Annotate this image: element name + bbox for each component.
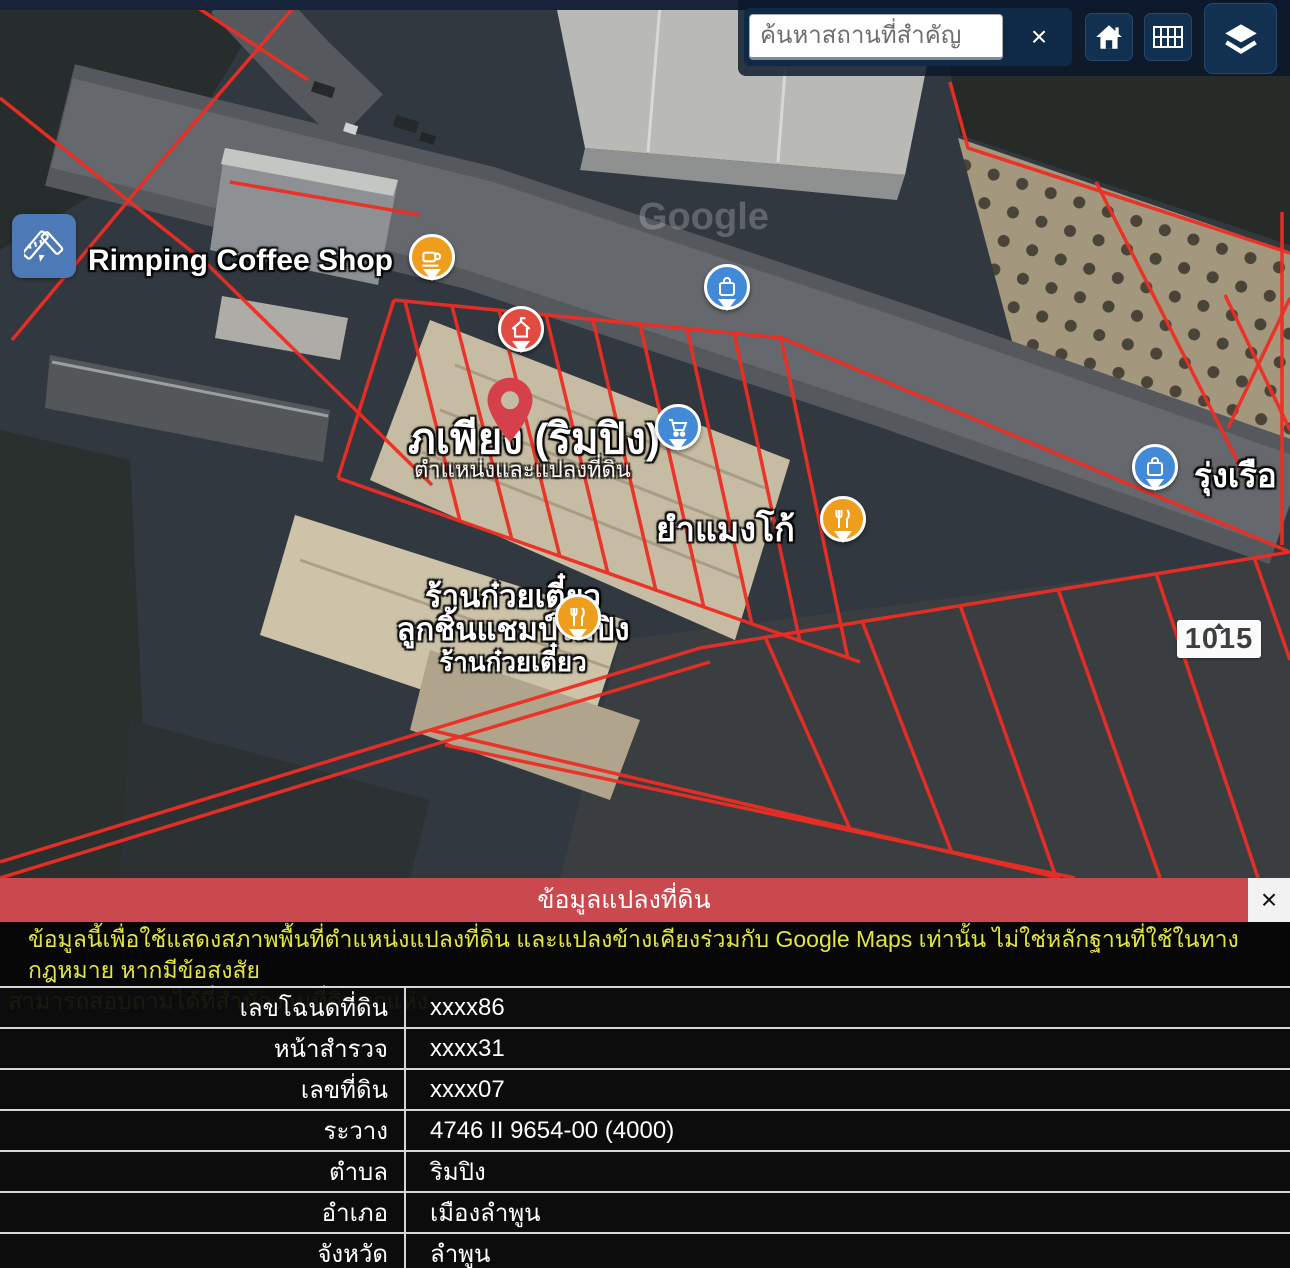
row-value: เมืองลำพูน [406, 1193, 541, 1232]
map-label-place-subtitle: ตำแหน่งและแปลงที่ดิน [414, 452, 631, 487]
map-label-coffee-shop: Rimping Coffee Shop [88, 244, 393, 278]
home-button[interactable] [1085, 13, 1133, 61]
table-row: เลขที่ดิน xxxx07 [0, 1068, 1290, 1109]
shopping-cart-icon [666, 415, 690, 439]
ruler-pencil-measure-icon [24, 226, 64, 266]
panel-header: ข้อมูลแปลงที่ดิน × [0, 878, 1290, 922]
fork-knife-icon [566, 605, 590, 629]
table-row: ระวาง 4746 II 9654-00 (4000) [0, 1109, 1290, 1150]
table-row: เลขโฉนดที่ดิน xxxx86 [0, 986, 1290, 1027]
restaurant-marker-2[interactable] [555, 594, 601, 640]
layers-icon [1223, 21, 1259, 57]
search-input[interactable] [749, 14, 1003, 60]
disclaimer-line1: ข้อมูลนี้เพื่อใช้แสดงสภาพพื้นที่ตำแหน่งแ… [0, 924, 1290, 986]
row-value: xxxx31 [406, 1035, 505, 1063]
row-label: เลขโฉนดที่ดิน [0, 988, 404, 1027]
panel-close-button[interactable]: × [1248, 878, 1290, 922]
shopping-marker-2[interactable] [1132, 444, 1178, 490]
basemap-grid-icon [1152, 24, 1184, 50]
row-label: จังหวัด [0, 1234, 404, 1268]
restaurant-marker-1[interactable] [820, 496, 866, 542]
noodle-label-line3: ร้านก๋วยเตี๋ยว [278, 646, 748, 679]
map-label-noodle-shop: ร้านก๋วยเตี๋ยว ลูกชิ้นแชมป์ริมปิง ร้านก๋… [278, 580, 748, 679]
store-marker[interactable] [655, 404, 701, 450]
table-row: จังหวัด ลำพูน [0, 1232, 1290, 1268]
parcel-info-table: เลขโฉนดที่ดิน xxxx86 หน้าสำรวจ xxxx31 เล… [0, 986, 1290, 1268]
row-label: เลขที่ดิน [0, 1070, 404, 1109]
row-label: อำเภอ [0, 1193, 404, 1232]
landsmaps-app: Google Rimping Coffee Shop ภเพียง (ริมปิ… [0, 0, 1290, 1268]
search-bar: × [744, 8, 1072, 66]
noodle-label-line1: ร้านก๋วยเตี๋ยว [278, 580, 748, 613]
measure-tool-button[interactable] [12, 214, 76, 278]
panel-title-bar: ข้อมูลแปลงที่ดิน [0, 878, 1248, 922]
map-label-mango-restaurant: ยำแมงโก้ [656, 502, 795, 556]
noodle-label-line2: ลูกชิ้นแชมป์ริมปิง [278, 613, 748, 646]
row-value: xxxx86 [406, 994, 505, 1022]
road-number-badge: 1015 [1177, 620, 1261, 658]
table-row: อำเภอ เมืองลำพูน [0, 1191, 1290, 1232]
disclaimer: ข้อมูลนี้เพื่อใช้แสดงสภาพพื้นที่ตำแหน่งแ… [0, 922, 1290, 986]
row-label: หน้าสำรวจ [0, 1029, 404, 1068]
basemap-grid-button[interactable] [1144, 13, 1192, 61]
shopping-bag-icon [715, 275, 739, 299]
map-pin-icon [486, 376, 534, 444]
map-canvas[interactable]: Google Rimping Coffee Shop ภเพียง (ริมปิ… [0, 0, 1290, 878]
row-value: 4746 II 9654-00 (4000) [406, 1117, 674, 1145]
layers-button[interactable] [1204, 3, 1277, 74]
shopping-bag-icon [1143, 455, 1167, 479]
search-clear-button[interactable]: × [1017, 14, 1061, 60]
row-value: ริมปิง [406, 1152, 486, 1191]
parcel-pin[interactable] [486, 376, 534, 449]
road-badge-crown [1214, 618, 1224, 629]
table-row: หน้าสำรวจ xxxx31 [0, 1027, 1290, 1068]
panel-title: ข้อมูลแปลงที่ดิน [537, 880, 710, 920]
google-watermark: Google [638, 196, 769, 239]
coffee-marker[interactable] [409, 234, 455, 280]
row-value: ลำพูน [406, 1234, 490, 1268]
fork-knife-icon [831, 507, 855, 531]
close-icon: × [1031, 21, 1047, 52]
parcel-info-panel: ข้อมูลแปลงที่ดิน × ข้อมูลนี้เพื่อใช้แสดง… [0, 878, 1290, 1268]
home-icon [1094, 22, 1124, 52]
map-label-shop-right: รุ่งเรือ [1194, 449, 1277, 502]
close-icon: × [1261, 884, 1277, 915]
row-value: xxxx07 [406, 1076, 505, 1104]
lodging-marker[interactable] [498, 306, 544, 352]
row-label: ตำบล [0, 1152, 404, 1191]
house-icon [508, 316, 534, 342]
shopping-marker-1[interactable] [704, 264, 750, 310]
table-row: ตำบล ริมปิง [0, 1150, 1290, 1191]
row-label: ระวาง [0, 1111, 404, 1150]
coffee-cup-icon [419, 244, 445, 270]
